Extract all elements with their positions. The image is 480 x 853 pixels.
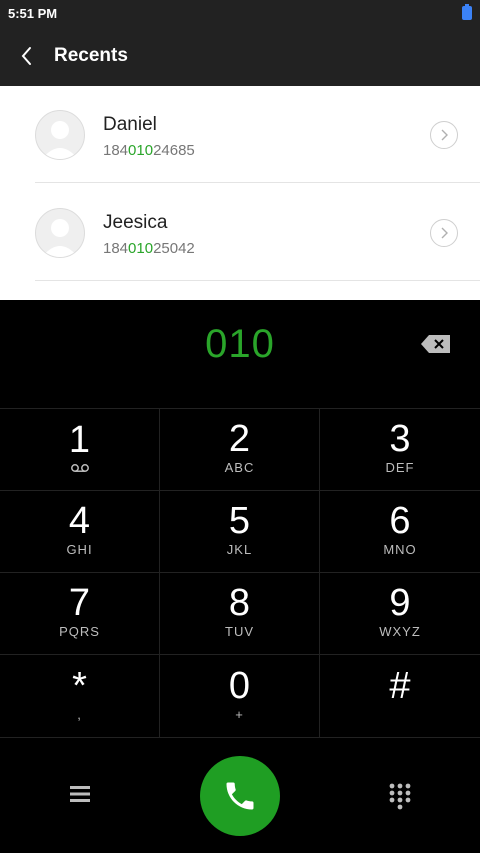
status-bar: 5:51 PM: [0, 0, 480, 26]
voicemail-icon: [70, 464, 89, 472]
menu-icon: [70, 786, 90, 802]
key-digit: 7: [68, 582, 91, 624]
key-letters: GHI: [66, 542, 93, 557]
key-letters: WXYZ: [379, 624, 421, 639]
list-item[interactable]: Daniel 18401024685: [35, 86, 480, 183]
chevron-right-icon: [441, 129, 448, 141]
battery-icon: [462, 4, 472, 20]
contact-name: Daniel: [103, 114, 157, 135]
backspace-icon: [421, 335, 450, 353]
contact-detail-button[interactable]: [430, 219, 458, 247]
status-time: 5:51 PM: [8, 5, 58, 21]
key-letters: TUV: [225, 624, 254, 639]
key-1[interactable]: 1: [0, 409, 160, 491]
key-digit: 9: [389, 582, 411, 624]
key-digit: 0: [228, 664, 251, 707]
key-letters: MNO: [383, 542, 417, 557]
contact-detail-button[interactable]: [430, 121, 458, 149]
menu-button[interactable]: [66, 782, 94, 806]
key-digit: 5: [228, 500, 251, 542]
key-letters: PQRS: [59, 624, 100, 639]
chevron-left-icon: [21, 47, 31, 65]
key-letters: DEF: [385, 460, 415, 475]
key-4[interactable]: 4 GHI: [0, 491, 160, 573]
key-5[interactable]: 5 JKL: [160, 491, 320, 573]
page-title: Recents: [54, 45, 128, 66]
back-button[interactable]: [0, 26, 54, 86]
list-item[interactable]: Jeesica 18401025042: [35, 184, 480, 281]
key-digit: 3: [389, 418, 411, 460]
key-digit: *: [72, 664, 87, 707]
key-letters: +: [235, 706, 244, 722]
key-letters: JKL: [226, 542, 253, 557]
recents-list: Daniel 18401024685 Jeesica 18401025042: [0, 86, 480, 300]
key-7[interactable]: 7 PQRS: [0, 573, 160, 655]
avatar: [35, 110, 85, 160]
key-star[interactable]: * ,: [0, 655, 160, 738]
key-letters: ABC: [224, 460, 255, 475]
dialed-number: 010: [205, 322, 275, 366]
key-6[interactable]: 6 MNO: [320, 491, 480, 573]
key-digit: 4: [68, 500, 91, 542]
contact-name: Jeesica: [103, 212, 168, 233]
bottom-bar: [0, 738, 480, 853]
key-3[interactable]: 3 DEF: [320, 409, 480, 491]
backspace-button[interactable]: [420, 334, 452, 354]
dialpad-button[interactable]: [388, 782, 412, 810]
key-digit: 1: [68, 419, 91, 461]
contact-number: 18401024685: [103, 142, 195, 159]
chevron-right-icon: [441, 227, 448, 239]
dial-display: 010: [0, 300, 480, 409]
call-button[interactable]: [200, 756, 280, 836]
key-digit: 2: [228, 418, 251, 460]
dialpad-icon: [389, 783, 411, 810]
key-0[interactable]: 0 +: [160, 655, 320, 738]
key-digit: 8: [228, 582, 251, 624]
key-digit: #: [389, 664, 411, 707]
keypad: 1 2 ABC 3 DEF 4 GHI 5 JKL 6 MNO 7 PQRS 8…: [0, 409, 480, 738]
key-9[interactable]: 9 WXYZ: [320, 573, 480, 655]
contact-number: 18401025042: [103, 240, 195, 257]
key-hash[interactable]: #: [320, 655, 480, 738]
avatar: [35, 208, 85, 258]
key-letters: ,: [77, 706, 82, 722]
key-digit: 6: [389, 500, 411, 542]
key-8[interactable]: 8 TUV: [160, 573, 320, 655]
key-2[interactable]: 2 ABC: [160, 409, 320, 491]
app-bar: Recents: [0, 26, 480, 86]
phone-icon: [226, 782, 254, 810]
